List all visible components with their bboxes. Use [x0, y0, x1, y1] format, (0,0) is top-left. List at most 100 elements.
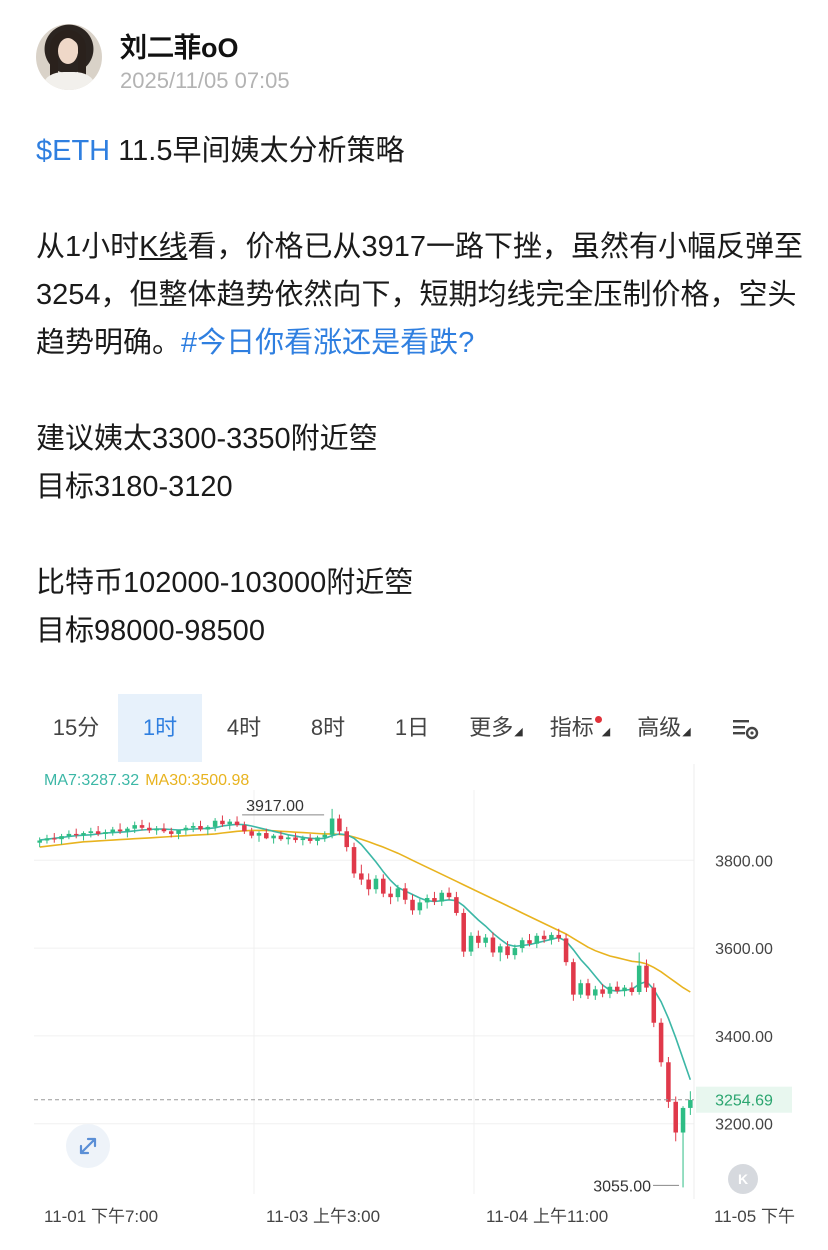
kline-chart-card: 15分 1时 4时 8时 1日 更多◢ 指标 ◢ 高级◢ MA7:3287.32 M… [34, 694, 795, 1234]
candle-body [59, 836, 64, 840]
candle-body [614, 986, 620, 992]
candle-body [534, 935, 540, 944]
candle-body [183, 827, 189, 831]
analysis-text-a: 从1小时 [36, 231, 140, 263]
candle-body [264, 833, 269, 839]
candle-body [271, 835, 276, 839]
candle-body [37, 840, 42, 843]
candle-body [541, 935, 547, 940]
candle-body [198, 826, 203, 830]
candle-body [110, 829, 116, 833]
eth-target: 目标3180-3120 [36, 471, 233, 503]
candle-body [293, 837, 298, 841]
y-tick-label: 3400.00 [715, 1029, 773, 1046]
candle-body [351, 847, 357, 874]
candle-body [549, 934, 554, 940]
candle-body [519, 940, 525, 949]
candle-body [285, 837, 291, 840]
avatar-face [58, 38, 78, 64]
candle-body [556, 934, 562, 939]
candle-body [497, 946, 503, 953]
candle-body [212, 820, 218, 827]
candle-body [337, 818, 342, 832]
low-price-label: 3055.00 [593, 1178, 651, 1195]
avatar[interactable] [36, 24, 102, 90]
candle-body [424, 898, 430, 903]
candle-body [373, 878, 379, 890]
y-tick-label: 3800.00 [715, 853, 773, 870]
candle-body [439, 892, 445, 902]
hashtag-link[interactable]: #今日你看涨还是看跌? [181, 327, 474, 359]
candle-body [410, 899, 415, 911]
candle-body [73, 833, 79, 836]
y-tick-label: 3200.00 [715, 1117, 773, 1134]
candle-body [132, 825, 137, 829]
candle-body [329, 818, 335, 835]
candle-body [227, 821, 233, 825]
candle-body [446, 892, 452, 898]
candle-body [563, 938, 569, 963]
x-tick-label: 11-04 上午11:00 [486, 1207, 609, 1226]
candle-body [636, 965, 642, 992]
candle-body [578, 983, 583, 995]
eth-entry: 建议姨太3300-3350附近箜 [36, 423, 378, 455]
candle-body [176, 830, 181, 834]
candle-body [81, 833, 86, 836]
candle-body [505, 946, 510, 956]
candle-body [154, 828, 159, 831]
candle-body [278, 835, 284, 840]
candle-body [680, 1107, 686, 1133]
candle-body [168, 831, 174, 834]
candle-body [585, 983, 591, 996]
expand-icon [79, 1137, 97, 1155]
candle-body [256, 833, 262, 836]
kline-term-link[interactable]: K线 [139, 231, 187, 263]
candle-body [395, 888, 401, 898]
candle-body [322, 834, 328, 838]
candle-body [651, 987, 657, 1023]
candle-body [300, 838, 306, 841]
analysis-paragraph: 从1小时K线看，价格已从3917一路下挫，虽然有小幅反弹至3254，但整体趋势依… [36, 223, 806, 367]
candle-body [417, 902, 423, 911]
candle-body [117, 829, 123, 832]
post-title: $ETH 11.5早间姨太分析策略 [36, 127, 806, 175]
btc-entry: 比特币102000-103000附近箜 [36, 567, 414, 599]
candle-body [125, 828, 130, 832]
candlestick-chart[interactable]: 3800.00 3600.00 3400.00 3200.00 3254.69 3917.… [34, 694, 794, 1234]
candle-body [161, 828, 167, 832]
candle-body [147, 827, 152, 831]
post-body: $ETH 11.5早间姨太分析策略 从1小时K线看，价格已从3917一路下挫，虽… [36, 127, 806, 655]
y-tick-label: 3600.00 [715, 941, 773, 958]
x-tick-label: 11-03 上午3:00 [266, 1207, 381, 1226]
candle-body [44, 838, 50, 841]
expand-button[interactable] [66, 1124, 110, 1168]
post-title-text: 11.5早间姨太分析策略 [110, 135, 405, 167]
candle-body [344, 831, 349, 848]
high-price-label: 3917.00 [246, 798, 304, 815]
candle-body [644, 965, 649, 988]
candle-body [66, 833, 72, 837]
candle-body [242, 825, 247, 832]
kline-icon[interactable]: K [728, 1164, 758, 1194]
candle-body [658, 1022, 664, 1063]
ma7-line [39, 823, 692, 1081]
candle-body [139, 825, 145, 828]
candle-body [483, 937, 488, 943]
candle-body [366, 879, 371, 890]
candle-body [88, 831, 94, 834]
candle-body [220, 820, 225, 825]
author-name[interactable]: 刘二菲oO [120, 26, 239, 65]
candle-body [490, 937, 496, 953]
avatar-shirt [44, 72, 94, 90]
ma30-line [39, 829, 691, 993]
eth-cashtag-link[interactable]: $ETH [36, 135, 110, 167]
candle-body [468, 935, 474, 952]
post-timestamp: 2025/11/05 07:05 [120, 68, 290, 93]
candle-body [205, 826, 211, 830]
candle-body [666, 1062, 671, 1102]
candle-body [95, 831, 101, 834]
candle-body [432, 898, 437, 902]
candle-body [571, 962, 576, 995]
